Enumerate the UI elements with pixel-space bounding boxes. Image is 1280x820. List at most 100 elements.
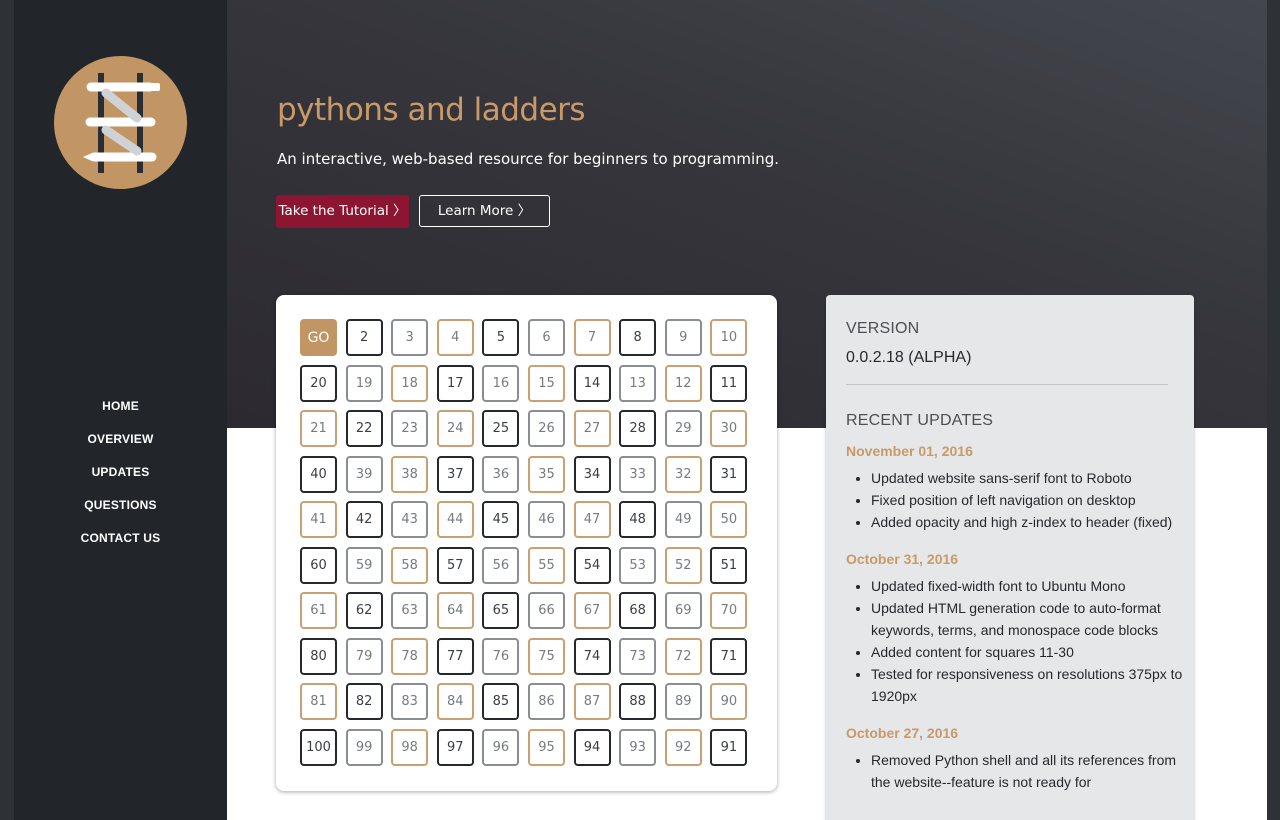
- board-square-34[interactable]: 34: [573, 455, 611, 493]
- board-square-42[interactable]: 42: [345, 501, 383, 538]
- board-square-9[interactable]: 9: [664, 319, 702, 356]
- board-square-51[interactable]: 51: [710, 546, 748, 584]
- board-square-55[interactable]: 55: [527, 546, 565, 584]
- board-square-58[interactable]: 58: [391, 546, 429, 584]
- board-square-24[interactable]: 24: [436, 410, 474, 447]
- board-square-go[interactable]: GO: [300, 319, 337, 356]
- board-square-18[interactable]: 18: [391, 364, 429, 402]
- board-square-26[interactable]: 26: [527, 410, 565, 447]
- board-square-84[interactable]: 84: [436, 683, 474, 720]
- board-square-12[interactable]: 12: [664, 364, 702, 402]
- nav-updates[interactable]: UPDATES: [92, 462, 150, 482]
- board-square-47[interactable]: 47: [573, 501, 611, 538]
- board-square-85[interactable]: 85: [482, 683, 520, 720]
- board-square-65[interactable]: 65: [482, 592, 520, 629]
- board-square-15[interactable]: 15: [527, 364, 565, 402]
- board-square-86[interactable]: 86: [527, 683, 565, 720]
- board-square-60[interactable]: 60: [300, 546, 337, 584]
- board-square-30[interactable]: 30: [710, 410, 748, 447]
- board-square-49[interactable]: 49: [664, 501, 702, 538]
- board-square-50[interactable]: 50: [710, 501, 748, 538]
- board-square-5[interactable]: 5: [482, 319, 520, 356]
- board-square-22[interactable]: 22: [345, 410, 383, 447]
- board-square-63[interactable]: 63: [391, 592, 429, 629]
- board-square-29[interactable]: 29: [664, 410, 702, 447]
- board-square-44[interactable]: 44: [436, 501, 474, 538]
- board-square-91[interactable]: 91: [710, 728, 748, 766]
- board-square-3[interactable]: 3: [391, 319, 429, 356]
- board-square-68[interactable]: 68: [619, 592, 657, 629]
- board-square-78[interactable]: 78: [391, 637, 429, 675]
- board-square-28[interactable]: 28: [619, 410, 657, 447]
- take-tutorial-button[interactable]: Take the Tutorial 〉: [276, 195, 409, 228]
- board-square-97[interactable]: 97: [436, 728, 474, 766]
- board-square-75[interactable]: 75: [527, 637, 565, 675]
- board-square-13[interactable]: 13: [619, 364, 657, 402]
- board-square-37[interactable]: 37: [436, 455, 474, 493]
- board-square-77[interactable]: 77: [436, 637, 474, 675]
- board-square-69[interactable]: 69: [664, 592, 702, 629]
- ladder-logo-icon[interactable]: [54, 56, 187, 189]
- board-square-11[interactable]: 11: [710, 364, 748, 402]
- board-square-62[interactable]: 62: [345, 592, 383, 629]
- board-square-32[interactable]: 32: [664, 455, 702, 493]
- board-square-10[interactable]: 10: [710, 319, 748, 356]
- board-square-2[interactable]: 2: [345, 319, 383, 356]
- board-square-53[interactable]: 53: [619, 546, 657, 584]
- board-square-39[interactable]: 39: [345, 455, 383, 493]
- board-square-38[interactable]: 38: [391, 455, 429, 493]
- board-square-59[interactable]: 59: [345, 546, 383, 584]
- board-square-23[interactable]: 23: [391, 410, 429, 447]
- board-square-70[interactable]: 70: [710, 592, 748, 629]
- board-square-93[interactable]: 93: [619, 728, 657, 766]
- board-square-14[interactable]: 14: [573, 364, 611, 402]
- board-square-8[interactable]: 8: [619, 319, 657, 356]
- board-square-83[interactable]: 83: [391, 683, 429, 720]
- board-square-41[interactable]: 41: [300, 501, 337, 538]
- board-square-27[interactable]: 27: [573, 410, 611, 447]
- board-square-17[interactable]: 17: [436, 364, 474, 402]
- board-square-67[interactable]: 67: [573, 592, 611, 629]
- board-square-73[interactable]: 73: [619, 637, 657, 675]
- board-square-96[interactable]: 96: [482, 728, 520, 766]
- board-square-74[interactable]: 74: [573, 637, 611, 675]
- board-square-71[interactable]: 71: [710, 637, 748, 675]
- nav-home[interactable]: HOME: [102, 396, 139, 416]
- board-square-52[interactable]: 52: [664, 546, 702, 584]
- board-square-35[interactable]: 35: [527, 455, 565, 493]
- board-square-48[interactable]: 48: [619, 501, 657, 538]
- board-square-7[interactable]: 7: [573, 319, 611, 356]
- board-square-4[interactable]: 4: [436, 319, 474, 356]
- board-square-66[interactable]: 66: [527, 592, 565, 629]
- board-square-81[interactable]: 81: [300, 683, 337, 720]
- board-square-16[interactable]: 16: [482, 364, 520, 402]
- board-square-100[interactable]: 100: [300, 728, 337, 766]
- board-square-76[interactable]: 76: [482, 637, 520, 675]
- board-square-6[interactable]: 6: [527, 319, 565, 356]
- board-square-56[interactable]: 56: [482, 546, 520, 584]
- nav-contact-us[interactable]: CONTACT US: [81, 528, 161, 548]
- board-square-64[interactable]: 64: [436, 592, 474, 629]
- board-square-72[interactable]: 72: [664, 637, 702, 675]
- board-square-98[interactable]: 98: [391, 728, 429, 766]
- board-square-87[interactable]: 87: [573, 683, 611, 720]
- board-square-95[interactable]: 95: [527, 728, 565, 766]
- board-square-82[interactable]: 82: [345, 683, 383, 720]
- nav-overview[interactable]: OVERVIEW: [87, 429, 153, 449]
- board-square-25[interactable]: 25: [482, 410, 520, 447]
- board-square-99[interactable]: 99: [345, 728, 383, 766]
- board-square-33[interactable]: 33: [619, 455, 657, 493]
- board-square-45[interactable]: 45: [482, 501, 520, 538]
- board-square-20[interactable]: 20: [300, 364, 337, 402]
- learn-more-button[interactable]: Learn More 〉: [419, 195, 550, 227]
- board-square-79[interactable]: 79: [345, 637, 383, 675]
- board-square-36[interactable]: 36: [482, 455, 520, 493]
- board-square-21[interactable]: 21: [300, 410, 337, 447]
- board-square-80[interactable]: 80: [300, 637, 337, 675]
- board-square-94[interactable]: 94: [573, 728, 611, 766]
- board-square-46[interactable]: 46: [527, 501, 565, 538]
- board-square-88[interactable]: 88: [619, 683, 657, 720]
- board-square-54[interactable]: 54: [573, 546, 611, 584]
- board-square-90[interactable]: 90: [710, 683, 748, 720]
- board-square-61[interactable]: 61: [300, 592, 337, 629]
